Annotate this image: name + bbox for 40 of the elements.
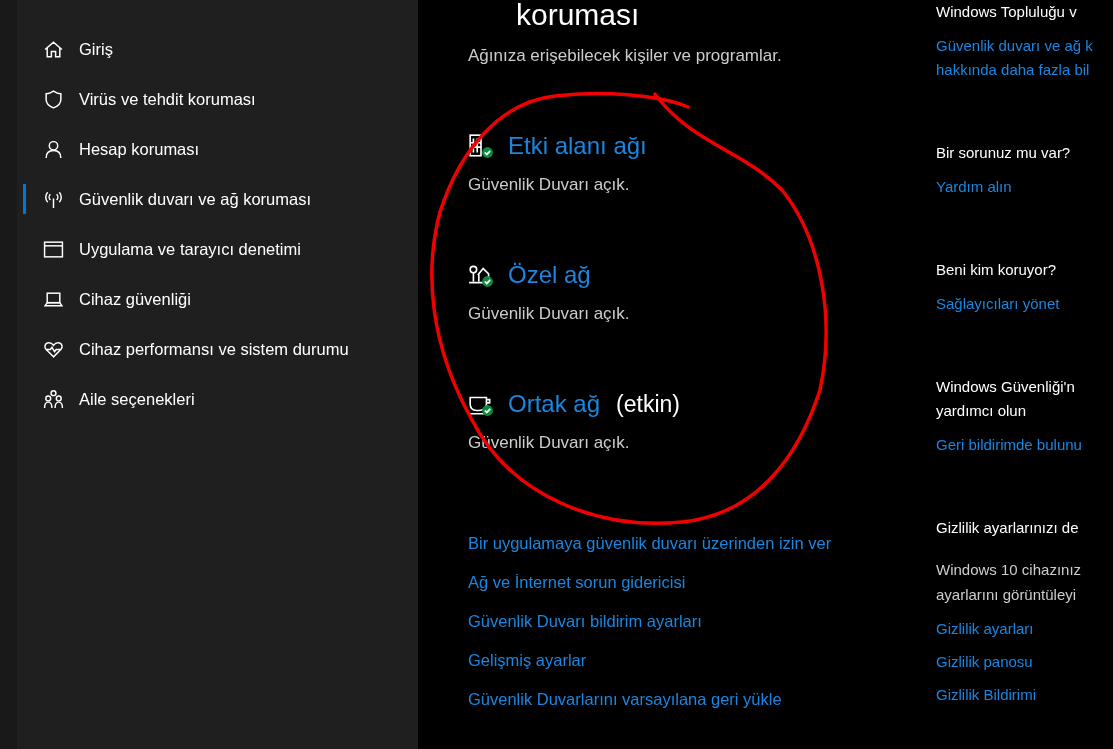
nav-item[interactable]: Hesap koruması — [17, 124, 418, 174]
people-icon — [43, 388, 64, 410]
section-text: Windows 10 cihazınız ayarlarını görüntüleyi — [936, 560, 1082, 605]
building-check-icon — [468, 133, 494, 159]
page-subtitle: Ağınıza erişebilecek kişiler ve programlar. — [468, 45, 783, 67]
page-title: koruması — [516, 0, 641, 30]
network-link[interactable]: Etki alanı ağı — [508, 132, 647, 160]
settings-link[interactable]: Güvenlik Duvarı bildirim ayarları — [468, 610, 702, 632]
section-heading: Beni kim koruyor? — [936, 260, 1057, 280]
help-link[interactable]: Geri bildirimde bulunu — [936, 433, 1082, 457]
help-link[interactable]: Güvenlik duvarı ve ağ k — [936, 34, 1093, 58]
home-icon — [43, 38, 64, 60]
section-heading: Windows Topluluğu v — [936, 2, 1077, 22]
help-link[interactable]: Sağlayıcıları yönet — [936, 292, 1060, 316]
window-icon — [43, 238, 64, 260]
settings-link[interactable]: Ağ ve İnternet sorun gidericisi — [468, 571, 686, 593]
settings-link[interactable]: Bir uygulamaya güvenlik duvarı üzerinden izin ver — [468, 532, 832, 554]
nav-item[interactable]: Virüs ve tehdit koruması — [17, 74, 418, 124]
active-label: (etkin) — [616, 390, 680, 418]
firewall-status: Güvenlik Duvarı açık. — [468, 174, 631, 196]
section-heading: Gizlilik ayarlarınızı de — [936, 518, 1079, 538]
settings-link[interactable]: Gelişmiş ayarlar — [468, 649, 587, 671]
person-icon — [43, 138, 64, 160]
help-link[interactable]: hakkında daha fazla bil — [936, 58, 1090, 82]
settings-link[interactable]: Güvenlik Duvarlarını varsayılana geri yükle — [468, 688, 782, 710]
nav-item[interactable]: Giriş — [17, 24, 418, 74]
nav-item[interactable]: Aile seçenekleri — [17, 374, 418, 424]
shield-icon — [43, 88, 64, 110]
help-link[interactable]: Gizlilik Bildirimi — [936, 683, 1036, 707]
help-link[interactable]: Yardım alın — [936, 175, 1012, 199]
section-heading: Bir sorunuz mu var? — [936, 143, 1071, 163]
help-link[interactable]: Gizlilik ayarları — [936, 617, 1034, 641]
nav-item[interactable]: Cihaz performansı ve sistem durumu — [17, 324, 418, 374]
section-heading: Windows Güvenliği'n yardımcı olun — [936, 377, 1075, 421]
nav-item[interactable]: Uygulama ve tarayıcı denetimi — [17, 224, 418, 274]
nav-item[interactable]: Cihaz güvenliği — [17, 274, 418, 324]
network-link[interactable]: Özel ağ — [508, 261, 591, 289]
network-link[interactable]: Ortak ağ — [508, 390, 601, 418]
firewall-status: Güvenlik Duvarı açık. — [468, 303, 631, 325]
help-link[interactable]: Gizlilik panosu — [936, 650, 1033, 674]
